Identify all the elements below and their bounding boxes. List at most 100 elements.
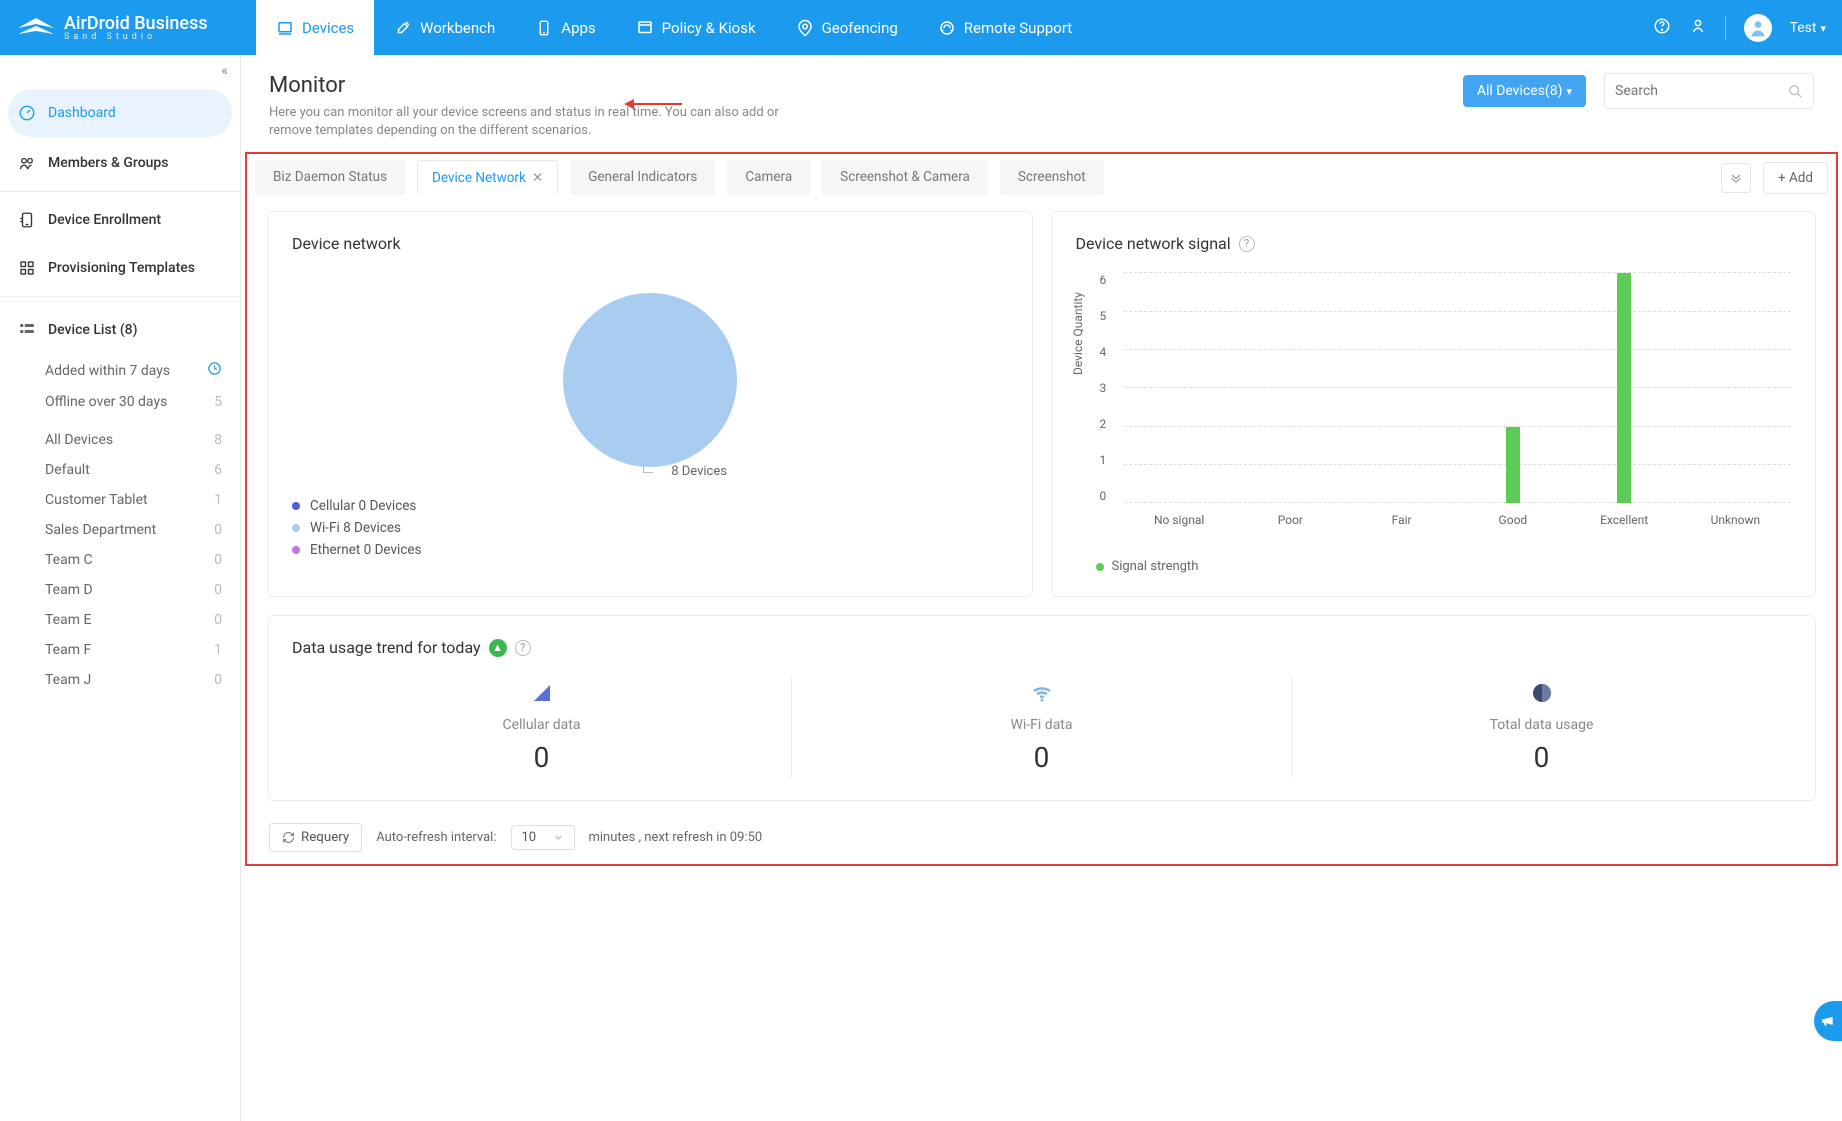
nav-geofencing[interactable]: Geofencing [776, 0, 918, 55]
tab-camera[interactable]: Camera [727, 160, 810, 195]
top-nav: DevicesWorkbenchAppsPolicy & KioskGeofen… [256, 0, 1653, 55]
android-badge-icon: ▲ [489, 639, 507, 657]
search-input[interactable] [1615, 83, 1775, 99]
usage-value: 0 [1302, 741, 1781, 774]
tabs-row: Biz Daemon Status Device Network✕ General … [255, 158, 1828, 205]
brand[interactable]: AirDroid Business Sand Studio [16, 13, 256, 42]
x-tick: Unknown [1680, 513, 1791, 527]
nav-policy-kiosk[interactable]: Policy & Kiosk [616, 0, 776, 55]
logo-icon [16, 14, 56, 42]
sidebar-recent-item[interactable]: Added within 7 days [0, 354, 240, 387]
pie-legend: Cellular 0 DevicesWi-Fi 8 DevicesEtherne… [292, 495, 1008, 561]
tabs-expand[interactable] [1721, 163, 1751, 193]
card-title: Device network [292, 234, 1008, 253]
brand-name: AirDroid Business [64, 13, 208, 34]
help-icon[interactable]: ? [1239, 236, 1255, 252]
sidebar-item-dashboard[interactable]: Dashboard [8, 89, 232, 137]
sidebar-group-item[interactable]: Team F1 [0, 635, 240, 665]
usage-label: Total data usage [1302, 717, 1781, 733]
user-menu[interactable]: Test [1790, 20, 1826, 36]
device-list-header[interactable]: Device List (8) [0, 306, 240, 354]
help-icon[interactable]: ? [515, 640, 531, 656]
legend-item: Cellular 0 Devices [292, 495, 1008, 517]
brand-sub: Sand Studio [64, 32, 208, 42]
autorefresh-label: Auto-refresh interval: [376, 830, 496, 845]
sidebar-group-item[interactable]: Default6 [0, 455, 240, 485]
search-icon [1788, 84, 1803, 99]
tab-device-network[interactable]: Device Network✕ [417, 160, 558, 195]
x-tick: Excellent [1569, 513, 1680, 527]
sidebar-group-item[interactable]: Customer Tablet1 [0, 485, 240, 515]
pie-chart: 8 Devices [292, 293, 1008, 467]
autorefresh-tail: minutes , next refresh in 09:50 [589, 830, 763, 845]
page-description: Here you can monitor all your device scr… [269, 104, 789, 140]
main-content: Monitor Here you can monitor all your de… [241, 55, 1842, 1121]
page-title: Monitor [269, 73, 789, 98]
nav-remote-support[interactable]: Remote Support [918, 0, 1092, 55]
bar-slot [1569, 273, 1680, 503]
pie-center-label: 8 Devices [671, 464, 727, 479]
footer-bar: Requery Auto-refresh interval: 10 minute… [255, 813, 1828, 856]
device-list-title: Device List (8) [48, 322, 138, 338]
sidebar-group-item[interactable]: Team J0 [0, 665, 240, 695]
nav-workbench[interactable]: Workbench [374, 0, 515, 55]
list-icon [18, 321, 36, 339]
sidebar-item-provisioning-templates[interactable]: Provisioning Templates [0, 244, 240, 292]
x-tick: Good [1457, 513, 1568, 527]
tab-screenshot-camera[interactable]: Screenshot & Camera [822, 160, 988, 195]
bar [1506, 427, 1520, 504]
usage-label: Cellular data [302, 717, 781, 733]
search-box[interactable] [1604, 73, 1814, 109]
notification-icon[interactable] [1689, 17, 1707, 39]
sidebar: « DashboardMembers & Groups Device Enroll… [0, 55, 241, 1121]
usage-col: Cellular data 0 [292, 675, 792, 778]
usage-icon [802, 679, 1281, 707]
card-title: Data usage trend for today [292, 638, 481, 657]
sidebar-group-item[interactable]: All Devices8 [0, 425, 240, 455]
legend-item: Ethernet 0 Devices [292, 539, 1008, 561]
device-network-card: Device network 8 Devices Cellular 0 Devi… [267, 211, 1033, 597]
sidebar-item-members-groups[interactable]: Members & Groups [0, 139, 240, 187]
sidebar-group-item[interactable]: Sales Department0 [0, 515, 240, 545]
nav-apps[interactable]: Apps [515, 0, 615, 55]
x-tick: Poor [1235, 513, 1346, 527]
bar [1617, 273, 1631, 503]
sidebar-group-item[interactable]: Team D0 [0, 575, 240, 605]
nav-devices[interactable]: Devices [256, 0, 374, 55]
close-icon[interactable]: ✕ [532, 170, 543, 186]
page-header: Monitor Here you can monitor all your de… [241, 55, 1842, 152]
x-tick: Fair [1346, 513, 1457, 527]
sidebar-group-item[interactable]: Team C0 [0, 545, 240, 575]
requery-button[interactable]: Requery [269, 823, 362, 852]
card-title: Device network signal [1076, 234, 1231, 253]
sidebar-recent-item[interactable]: Offline over 30 days5 [0, 387, 240, 417]
bar-slot [1124, 273, 1235, 503]
tab-biz-daemon-status[interactable]: Biz Daemon Status [255, 160, 405, 195]
x-tick: No signal [1124, 513, 1235, 527]
data-usage-card: Data usage trend for today ▲ ? Cellular … [267, 615, 1816, 801]
bar-slot [1457, 273, 1568, 503]
bar-slot [1346, 273, 1457, 503]
tab-screenshot[interactable]: Screenshot [1000, 160, 1104, 195]
interval-select[interactable]: 10 [511, 825, 575, 850]
usage-value: 0 [302, 741, 781, 774]
device-selector[interactable]: All Devices(8) [1463, 75, 1586, 107]
legend-item: Wi-Fi 8 Devices [292, 517, 1008, 539]
add-tab-button[interactable]: + Add [1763, 162, 1828, 194]
signal-card: Device network signal ? Device Quantity … [1051, 211, 1817, 597]
sidebar-item-device-enrollment[interactable]: Device Enrollment [0, 196, 240, 244]
y-axis-label: Device Quantity [1071, 292, 1085, 375]
avatar[interactable] [1744, 14, 1772, 42]
help-icon[interactable] [1653, 17, 1671, 39]
annotation-arrow [624, 97, 684, 111]
sidebar-group-item[interactable]: Team E0 [0, 605, 240, 635]
highlighted-region: Biz Daemon Status Device Network✕ General … [245, 152, 1838, 866]
usage-icon [302, 679, 781, 707]
usage-col: Total data usage 0 [1292, 675, 1791, 778]
bar-legend: Signal strength [1076, 559, 1792, 574]
sidebar-collapse[interactable]: « [0, 55, 240, 87]
top-right: Test [1653, 14, 1826, 42]
tab-general-indicators[interactable]: General Indicators [570, 160, 715, 195]
usage-label: Wi-Fi data [802, 717, 1281, 733]
usage-col: Wi-Fi data0 [792, 675, 1292, 778]
